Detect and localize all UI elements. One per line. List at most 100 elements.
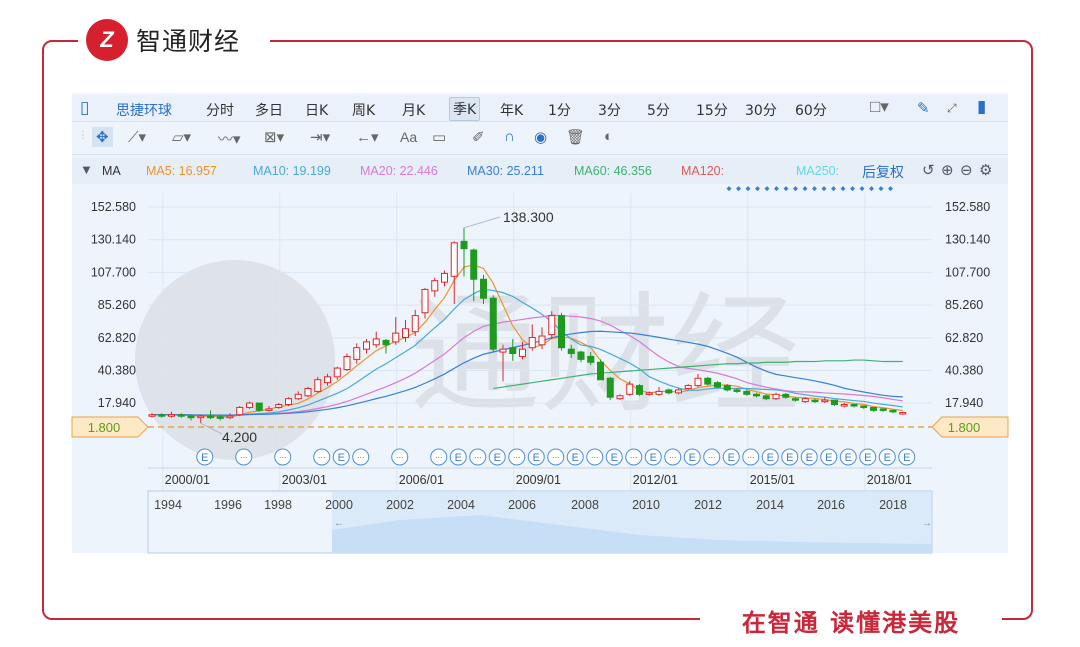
navigator-year: 2004 bbox=[447, 498, 475, 512]
candle-body bbox=[294, 393, 302, 400]
candle-body bbox=[577, 351, 585, 360]
candle-body bbox=[333, 367, 341, 378]
candle-body bbox=[782, 393, 790, 398]
navigator[interactable]: ← → 1994 1996 1998 2000 2002 2004 2006 2008 2010… bbox=[147, 490, 933, 554]
candle-body bbox=[402, 328, 409, 339]
indicator-dot bbox=[812, 186, 817, 192]
candle-body bbox=[694, 377, 702, 387]
candle-body bbox=[870, 406, 877, 411]
indicator-dot bbox=[850, 186, 855, 192]
event-marker-label: E bbox=[864, 452, 871, 464]
navigator-year: 2008 bbox=[571, 498, 599, 512]
candle-body bbox=[509, 347, 517, 355]
candle-body bbox=[353, 347, 361, 360]
current-price-tag-right: 1.800 bbox=[931, 416, 1009, 438]
y-tick-left: 85.260 bbox=[98, 298, 136, 312]
candle-body bbox=[899, 412, 907, 415]
y-tick-left: 107.700 bbox=[91, 265, 136, 279]
navigator-year: 2016 bbox=[817, 498, 845, 512]
indicator-dot bbox=[774, 186, 779, 192]
candle-body bbox=[597, 361, 604, 381]
y-tick-right: 17.940 bbox=[945, 396, 983, 410]
navigator-year: 2006 bbox=[508, 498, 536, 512]
x-tick: 2015/01 bbox=[750, 473, 795, 487]
y-tick-left: 40.380 bbox=[98, 363, 136, 377]
candle-body bbox=[187, 415, 195, 419]
candle-body bbox=[889, 409, 897, 413]
svg-text:通财经: 通财经 bbox=[410, 279, 800, 431]
candle-body bbox=[421, 288, 429, 314]
event-marker-label: ... bbox=[630, 450, 638, 460]
y-tick-right: 62.820 bbox=[945, 331, 983, 345]
event-marker-label: ... bbox=[279, 450, 287, 460]
event-marker-label: E bbox=[650, 452, 657, 464]
event-marker-label: E bbox=[806, 452, 813, 464]
y-tick-right: 152.580 bbox=[945, 200, 990, 214]
candle-body bbox=[304, 387, 312, 397]
min-price-label: 4.200 bbox=[222, 429, 257, 445]
candle-body bbox=[860, 405, 868, 408]
indicator-dot bbox=[888, 186, 893, 192]
candle-body bbox=[314, 379, 322, 392]
indicator-dot bbox=[802, 186, 808, 192]
current-price-tag-left: 1.800 bbox=[71, 416, 149, 438]
indicator-dot bbox=[726, 186, 732, 192]
candle-body bbox=[704, 377, 712, 385]
candle-body bbox=[470, 249, 478, 280]
candle-body bbox=[158, 414, 166, 417]
candle-body bbox=[714, 382, 721, 388]
indicator-dot bbox=[736, 186, 741, 192]
candle-body bbox=[558, 315, 565, 349]
indicator-dot bbox=[869, 186, 874, 192]
indicator-dot bbox=[831, 186, 836, 192]
candle-body bbox=[567, 348, 575, 355]
candle-body bbox=[265, 408, 273, 411]
event-marker-label: E bbox=[728, 452, 735, 464]
indicator-dot bbox=[755, 186, 760, 192]
max-leader bbox=[463, 216, 501, 229]
candle-body bbox=[411, 315, 419, 333]
x-tick: 2006/01 bbox=[399, 473, 444, 487]
x-tick: 2018/01 bbox=[867, 473, 912, 487]
event-marker-label: ... bbox=[747, 450, 755, 460]
event-marker-label: E bbox=[533, 452, 540, 464]
candle-body bbox=[548, 315, 556, 336]
y-tick-left: 152.580 bbox=[91, 200, 136, 214]
y-tick-right: 40.380 bbox=[945, 363, 983, 377]
event-marker-label: ... bbox=[240, 450, 248, 460]
candle-body bbox=[499, 348, 507, 353]
navigator-year: 2014 bbox=[756, 498, 784, 512]
candle-body bbox=[148, 414, 156, 417]
nav-right-arrow-icon[interactable]: → bbox=[922, 518, 932, 529]
candle-body bbox=[519, 348, 526, 357]
event-marker-label: ... bbox=[396, 450, 404, 460]
navigator-year: 2000 bbox=[325, 498, 353, 512]
event-marker-label: E bbox=[201, 452, 208, 464]
candle-body bbox=[207, 415, 214, 419]
candle-body bbox=[431, 280, 439, 292]
current-price-right: 1.800 bbox=[948, 420, 981, 435]
indicator-dot bbox=[859, 186, 865, 192]
event-marker-label: ... bbox=[318, 450, 326, 460]
candle-body bbox=[723, 385, 731, 391]
candle-body bbox=[480, 278, 487, 299]
navigator-year: 2010 bbox=[632, 498, 660, 512]
kline-chart[interactable]: 通财经 152.580 152.580 130.140 130.140 107.700 1… bbox=[0, 0, 1080, 647]
navigator-year: 1994 bbox=[154, 498, 182, 512]
candle-body bbox=[246, 402, 253, 408]
candle-body bbox=[587, 355, 595, 363]
candle-body bbox=[675, 389, 682, 394]
candle-body bbox=[616, 395, 624, 400]
candle-body bbox=[528, 337, 536, 349]
candle-body bbox=[655, 390, 663, 395]
x-tick: 2000/01 bbox=[165, 473, 210, 487]
candle-body bbox=[811, 399, 819, 403]
candle-body bbox=[753, 393, 760, 397]
ma-indicator-dots bbox=[726, 186, 893, 192]
candle-body bbox=[792, 398, 799, 401]
nav-left-arrow-icon[interactable]: ← bbox=[334, 518, 344, 529]
candle-body bbox=[762, 395, 770, 400]
indicator-dot bbox=[840, 186, 846, 192]
candle-body bbox=[840, 404, 848, 407]
event-marker-label: E bbox=[572, 452, 579, 464]
